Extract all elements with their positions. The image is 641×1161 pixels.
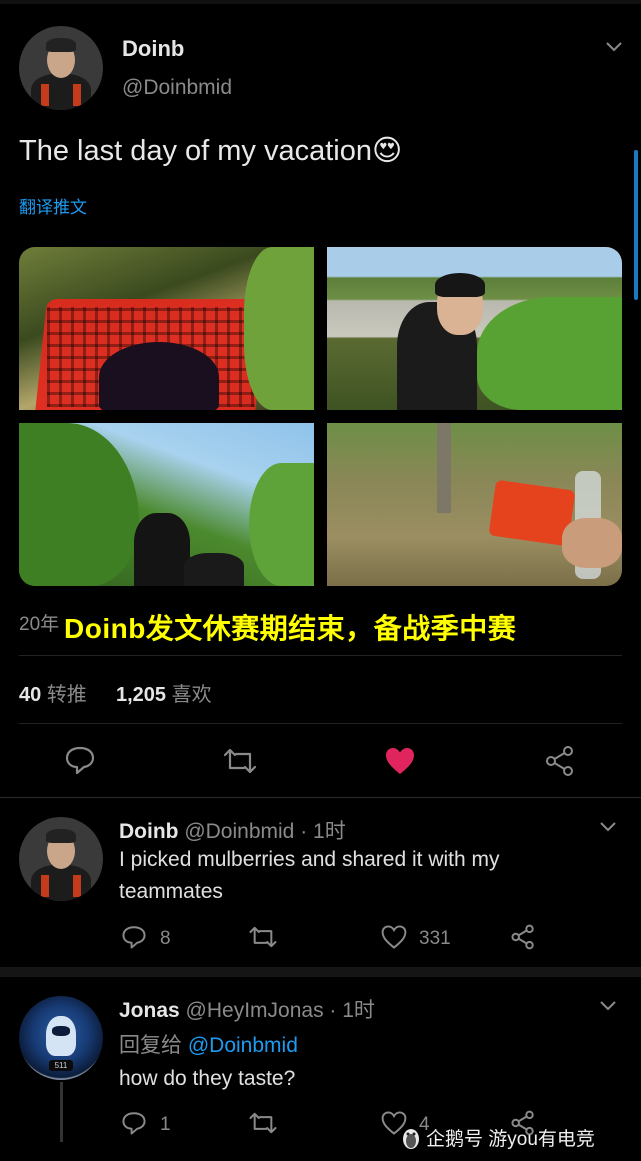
reply1-time: 1时 <box>313 820 346 843</box>
reply1-share-icon[interactable] <box>510 924 536 950</box>
overlay-caption: Doinb发文休赛期结束，备战季中赛 <box>62 607 519 647</box>
penguin-icon <box>400 1126 422 1150</box>
reply2-avatar-badge: 511 <box>49 1060 73 1071</box>
watermark-text: 企鹅号 游you有电竞 <box>426 1129 595 1150</box>
chevron-down-icon[interactable] <box>604 40 624 54</box>
tweet-text-body: The last day of my vacation <box>19 135 372 167</box>
section-divider-1 <box>0 797 641 798</box>
retweet-icon[interactable] <box>222 746 258 776</box>
reply2-time: 1时 <box>342 999 375 1022</box>
scrollbar[interactable] <box>634 150 638 300</box>
reply2-retweet-icon[interactable] <box>248 1110 278 1136</box>
reply1-like-count: 331 <box>419 928 451 949</box>
stats-divider-bottom <box>19 723 622 724</box>
reply2-reply-to-handle[interactable]: @Doinbmid <box>188 1034 298 1057</box>
stats-divider-top <box>19 655 622 656</box>
reply1-dot: · <box>300 820 314 843</box>
reply2-avatar[interactable]: 511 <box>19 996 103 1080</box>
thread-line <box>60 1082 63 1142</box>
retweet-stats[interactable]: 40 转推 <box>19 678 87 707</box>
reply2-header: Jonas @HeyImJonas · 1时 <box>119 994 375 1024</box>
retweets-count: 40 <box>19 684 42 706</box>
reply2-handle[interactable]: @HeyImJonas <box>186 999 324 1022</box>
reply2-name[interactable]: Jonas <box>119 999 180 1022</box>
author-avatar[interactable] <box>19 26 103 110</box>
reply2-reply-icon[interactable] <box>121 1110 147 1136</box>
reply1-text-line1: I picked mulberries and shared it with m… <box>119 848 500 871</box>
reply2-chevron-down-icon[interactable] <box>598 999 618 1013</box>
reply2-reply-count: 1 <box>160 1114 171 1135</box>
top-divider <box>0 0 641 4</box>
photo-mulberry-basket[interactable] <box>19 247 314 410</box>
reply1-reply-count: 8 <box>160 928 171 949</box>
heart-eyes-emoji: 😍 <box>372 135 403 167</box>
reply1-header: Doinb @Doinbmid · 1时 <box>119 815 346 845</box>
reply2-reply-to: 回复给 @Doinbmid <box>119 1029 298 1059</box>
heart-icon[interactable] <box>384 746 416 776</box>
reply2-reply-to-label: 回复给 <box>119 1034 182 1057</box>
photo-eating-mulberry[interactable] <box>327 247 622 410</box>
likes-count: 1,205 <box>116 684 167 706</box>
likes-label: 喜欢 <box>171 684 212 706</box>
reply-icon[interactable] <box>64 745 96 775</box>
share-icon[interactable] <box>544 745 576 777</box>
like-stats[interactable]: 1,205 喜欢 <box>116 678 212 707</box>
reply1-retweet-icon[interactable] <box>248 924 278 950</box>
photo-under-tree[interactable] <box>19 423 314 586</box>
reply1-heart-icon[interactable] <box>381 924 407 950</box>
tweet-timestamp: 20年 <box>19 614 60 635</box>
tweet-text: The last day of my vacation😍 <box>19 133 402 168</box>
watermark: 企鹅号 游you有电竞 <box>400 1124 595 1151</box>
reply1-handle[interactable]: @Doinbmid <box>184 820 294 843</box>
reply1-reply-icon[interactable] <box>121 924 147 950</box>
reply1-chevron-down-icon[interactable] <box>598 820 618 834</box>
reply1-name[interactable]: Doinb <box>119 820 178 843</box>
retweets-label: 转推 <box>46 684 87 706</box>
section-divider-2 <box>0 967 641 977</box>
author-name[interactable]: Doinb <box>122 36 184 62</box>
translate-link[interactable]: 翻译推文 <box>19 193 87 218</box>
reply2-text: how do they taste? <box>119 1067 296 1090</box>
author-handle[interactable]: @Doinbmid <box>122 76 232 100</box>
reply1-avatar[interactable] <box>19 817 103 901</box>
reply1-text-line2: teammates <box>119 880 223 903</box>
reply2-dot: · <box>329 999 343 1022</box>
photo-basket-ground[interactable] <box>327 423 622 586</box>
